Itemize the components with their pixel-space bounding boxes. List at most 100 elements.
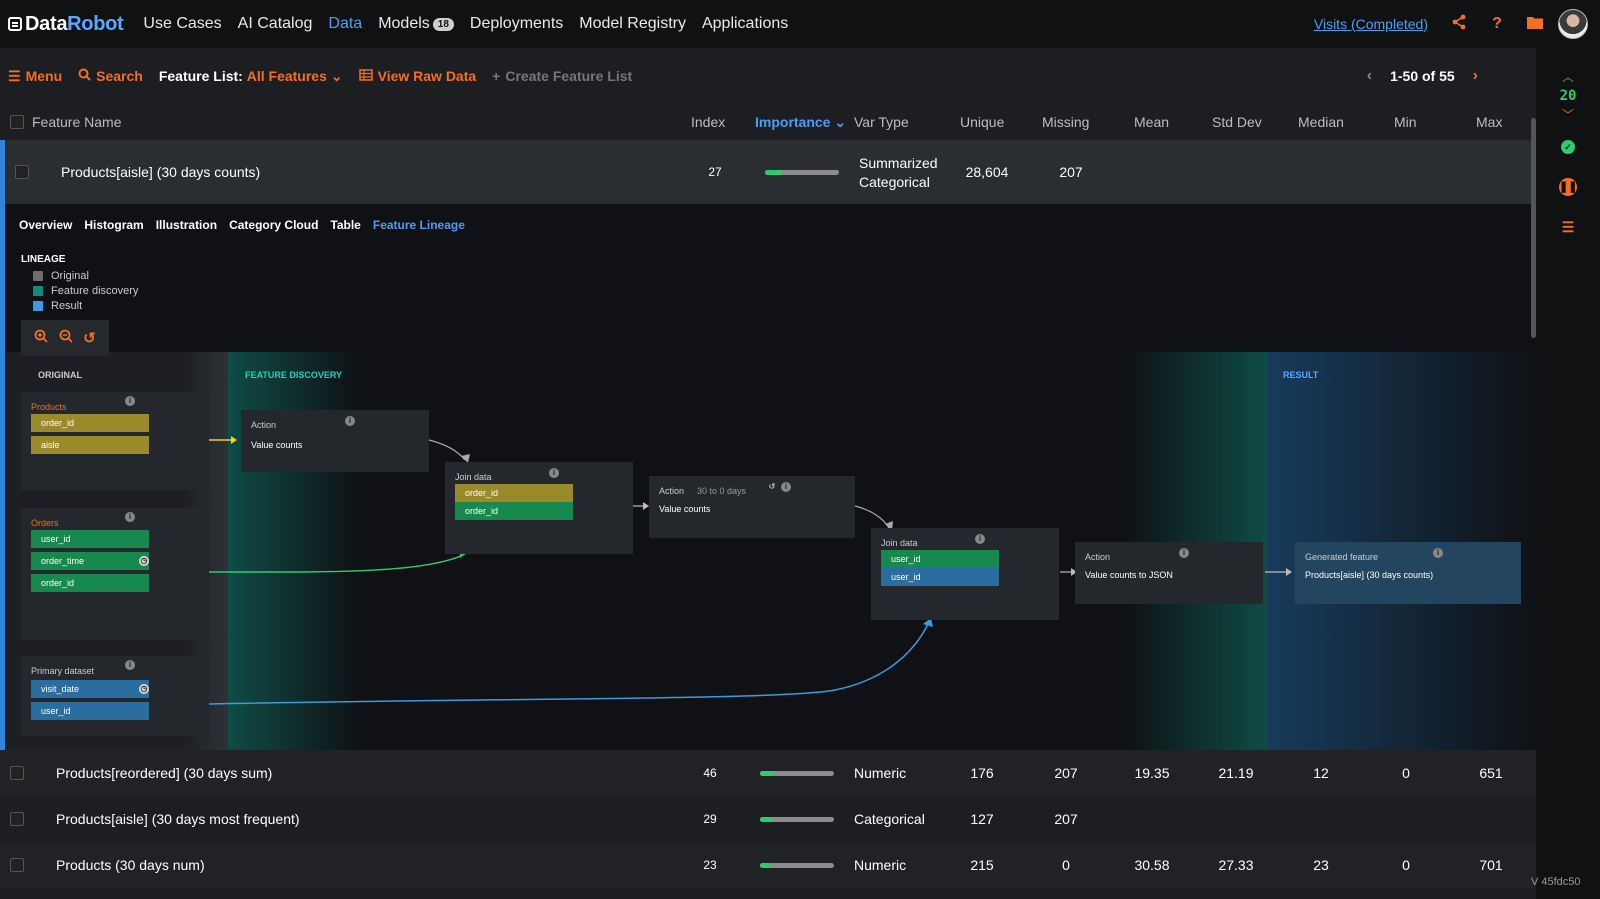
- info-icon[interactable]: i: [781, 482, 791, 492]
- feature-list-selector[interactable]: Feature List: All Features ⌄: [159, 68, 343, 85]
- help-icon[interactable]: ?: [1478, 15, 1516, 33]
- list-icon[interactable]: ☰: [1559, 218, 1577, 236]
- nav-label: Models: [378, 15, 430, 32]
- action-value-counts-2[interactable]: Action 30 to 0 days ↺ i Value counts: [649, 476, 855, 538]
- table-row-expanded[interactable]: Products[aisle] (30 days counts) 27 Summ…: [0, 140, 1536, 204]
- header-unique[interactable]: Unique: [960, 104, 1004, 140]
- feature-name[interactable]: Products (30 days num): [56, 857, 205, 873]
- search-button[interactable]: Search: [78, 68, 143, 84]
- nav-data[interactable]: Data: [328, 15, 362, 33]
- menu-button[interactable]: ☰ Menu: [8, 68, 62, 85]
- dataset-products[interactable]: Products i order_id aisle: [21, 392, 209, 490]
- header-feature-name[interactable]: Feature Name: [32, 104, 121, 140]
- select-all-checkbox[interactable]: [10, 115, 24, 129]
- join-data-1[interactable]: Join data i order_id order_id: [445, 462, 633, 554]
- field-order-id[interactable]: order_id: [31, 414, 149, 432]
- tab-category-cloud[interactable]: Category Cloud: [229, 218, 318, 232]
- chevron-up-icon[interactable]: ︿: [1536, 68, 1600, 85]
- info-icon[interactable]: i: [125, 396, 135, 406]
- row-checkbox[interactable]: [15, 165, 29, 179]
- nav-ai-catalog[interactable]: AI Catalog: [238, 15, 313, 33]
- nav-deployments[interactable]: Deployments: [470, 15, 563, 33]
- info-icon[interactable]: i: [549, 468, 559, 478]
- row-checkbox[interactable]: [10, 812, 24, 826]
- datarobot-logo[interactable]: Data Robot: [8, 12, 124, 36]
- field-visit-date[interactable]: visit_date: [31, 680, 149, 698]
- nav-use-cases[interactable]: Use Cases: [143, 15, 221, 33]
- header-max[interactable]: Max: [1476, 104, 1502, 140]
- generated-feature[interactable]: Generated feature i Products[aisle] (30 …: [1295, 542, 1521, 604]
- field-order-time[interactable]: order_time: [31, 552, 149, 570]
- row-checkbox[interactable]: [10, 858, 24, 872]
- info-icon[interactable]: i: [1433, 548, 1443, 558]
- header-median[interactable]: Median: [1298, 104, 1344, 140]
- dataset-orders[interactable]: Orders i user_id order_time ◷ order_id: [21, 508, 209, 640]
- tab-table[interactable]: Table: [330, 218, 360, 232]
- user-avatar[interactable]: [1558, 9, 1588, 39]
- info-icon[interactable]: i: [345, 416, 355, 426]
- pause-icon[interactable]: ❚❚: [1559, 178, 1577, 196]
- table-row[interactable]: Products[reordered] (30 days sum) 46 Num…: [0, 750, 1536, 796]
- zoom-out-icon[interactable]: [59, 329, 73, 347]
- info-icon[interactable]: i: [125, 512, 135, 522]
- create-feature-list-button[interactable]: + Create Feature List: [492, 68, 632, 84]
- prev-page-icon[interactable]: ‹: [1367, 67, 1372, 85]
- field-order-id[interactable]: order_id: [31, 574, 149, 592]
- feature-name[interactable]: Products[aisle] (30 days most frequent): [56, 811, 300, 827]
- clock-icon: ◷: [139, 556, 149, 566]
- importance-bar: [760, 771, 834, 776]
- table-row[interactable]: Products[aisle] (30 days most frequent) …: [0, 796, 1536, 842]
- nav-applications[interactable]: Applications: [702, 15, 788, 33]
- project-name-link[interactable]: Visits (Completed): [1314, 16, 1428, 32]
- info-icon[interactable]: i: [975, 534, 985, 544]
- field-user-id[interactable]: user_id: [31, 702, 149, 720]
- nav-models[interactable]: Models 18: [378, 15, 454, 33]
- info-icon[interactable]: i: [1179, 548, 1189, 558]
- nav-model-registry[interactable]: Model Registry: [579, 15, 686, 33]
- reset-zoom-icon[interactable]: ↺: [83, 329, 96, 347]
- header-missing[interactable]: Missing: [1042, 104, 1089, 140]
- legend-label: Result: [51, 299, 83, 312]
- table-row[interactable]: Products (30 days num) 23 Numeric 215 0 …: [0, 842, 1536, 888]
- action-value-counts-1[interactable]: Action i Value counts: [241, 410, 429, 472]
- header-std-dev[interactable]: Std Dev: [1212, 104, 1262, 140]
- header-importance[interactable]: Importance ⌄: [755, 104, 846, 140]
- chevron-down-icon[interactable]: ﹀: [1536, 106, 1600, 123]
- action-value-counts-json[interactable]: Action i Value counts to JSON: [1075, 542, 1263, 604]
- field-aisle[interactable]: aisle: [31, 436, 149, 454]
- tab-illustration[interactable]: Illustration: [156, 218, 217, 232]
- check-circle-icon[interactable]: ✓: [1561, 140, 1575, 154]
- dataset-primary[interactable]: Primary dataset i visit_date ◷ user_id: [21, 656, 209, 736]
- zoom-in-icon[interactable]: [34, 329, 48, 347]
- header-index[interactable]: Index: [691, 104, 725, 140]
- join-field-order-id: order_id: [455, 484, 573, 502]
- header-mean[interactable]: Mean: [1134, 104, 1169, 140]
- tab-histogram[interactable]: Histogram: [84, 218, 143, 232]
- info-icon[interactable]: i: [125, 660, 135, 670]
- feature-index: 29: [703, 812, 717, 826]
- feature-index: 46: [703, 766, 717, 780]
- tab-feature-lineage[interactable]: Feature Lineage: [373, 218, 465, 232]
- join-data-2[interactable]: Join data i user_id user_id: [871, 528, 1059, 620]
- header-min[interactable]: Min: [1394, 104, 1417, 140]
- header-var-type[interactable]: Var Type: [854, 104, 909, 140]
- dataset-title: Products: [31, 402, 67, 412]
- row-checkbox[interactable]: [10, 766, 24, 780]
- feature-name[interactable]: Products[aisle] (30 days counts): [61, 164, 260, 180]
- pagination: ‹ 1-50 of 55 ›: [1349, 48, 1496, 104]
- logo-text-data: Data: [25, 12, 68, 35]
- view-raw-data-button[interactable]: View Raw Data: [358, 68, 476, 84]
- mean-value: 30.58: [1134, 857, 1170, 873]
- folder-icon[interactable]: [1516, 15, 1554, 34]
- share-icon[interactable]: [1440, 14, 1478, 35]
- unique-count: 28,604: [965, 164, 1009, 180]
- tab-overview[interactable]: Overview: [19, 218, 72, 232]
- next-page-icon[interactable]: ›: [1473, 67, 1478, 85]
- importance-fill: [760, 863, 771, 868]
- field-user-id[interactable]: user_id: [31, 530, 149, 548]
- std-dev-value: 27.33: [1218, 857, 1254, 873]
- importance-label: Importance: [755, 114, 831, 130]
- feature-name[interactable]: Products[reordered] (30 days sum): [56, 765, 272, 781]
- action-text: Value counts: [659, 504, 711, 514]
- feature-detail-panel: Overview Histogram Illustration Category…: [0, 204, 1536, 750]
